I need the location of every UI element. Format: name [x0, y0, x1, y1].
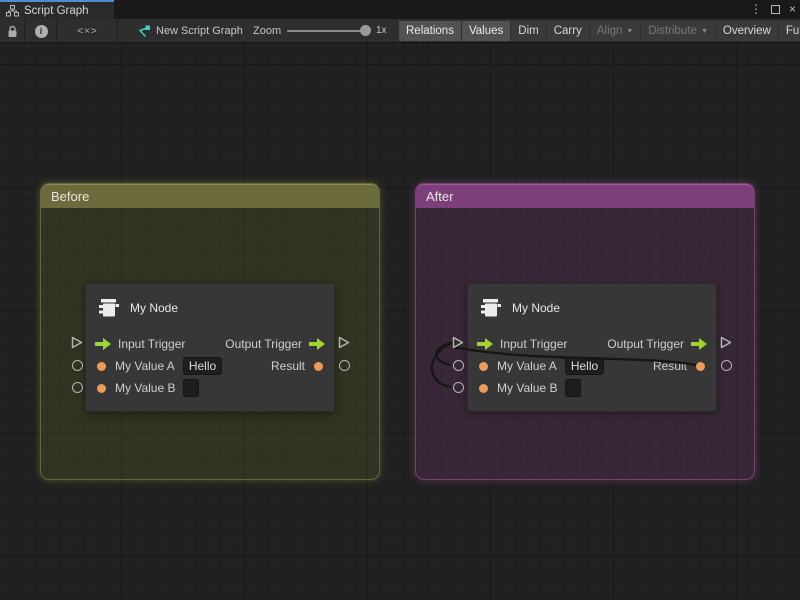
lock-icon: [7, 25, 18, 38]
ext-flow-out-port[interactable]: [338, 336, 350, 349]
graph-breadcrumb[interactable]: New Script Graph: [130, 19, 260, 43]
distribute-button[interactable]: Distribute ▼: [641, 21, 715, 41]
value-a-row: My Value A Hello Result: [86, 356, 334, 376]
ext-value-b-port[interactable]: [453, 382, 464, 393]
chevron-down-icon: ▼: [701, 28, 708, 35]
carry-button[interactable]: Carry: [547, 21, 589, 41]
value-b-row: My Value B: [468, 378, 716, 398]
maximize-icon[interactable]: [771, 5, 780, 14]
value-b-input[interactable]: [565, 379, 581, 397]
node-my-node-after[interactable]: My Node Input Trigger Output Trigger My …: [467, 283, 717, 412]
info-icon: i: [35, 25, 48, 38]
group-before-header[interactable]: Before: [41, 184, 379, 208]
input-trigger-label: Input Trigger: [118, 337, 185, 351]
ext-flow-in-port[interactable]: [71, 336, 83, 349]
output-trigger-label: Output Trigger: [607, 337, 684, 351]
dim-button[interactable]: Dim: [511, 21, 545, 41]
zoom-slider[interactable]: [287, 30, 365, 32]
value-a-label: My Value A: [497, 359, 557, 373]
result-port-icon[interactable]: [696, 362, 705, 371]
value-port-icon[interactable]: [97, 384, 106, 393]
value-b-label: My Value B: [115, 381, 175, 395]
value-b-row: My Value B: [86, 378, 334, 398]
ext-result-port[interactable]: [339, 360, 350, 371]
input-trigger-label: Input Trigger: [500, 337, 567, 351]
overview-button[interactable]: Overview: [716, 21, 778, 41]
variables-button[interactable]: <×>: [58, 19, 118, 43]
result-port-icon[interactable]: [314, 362, 323, 371]
ext-flow-out-port[interactable]: [720, 336, 732, 349]
graph-icon: [136, 25, 150, 38]
flow-out-icon[interactable]: [691, 338, 707, 350]
value-port-icon[interactable]: [97, 362, 106, 371]
close-icon[interactable]: ×: [789, 0, 796, 19]
chevron-down-icon: ▼: [626, 28, 633, 35]
ext-flow-in-port[interactable]: [452, 336, 464, 349]
toolbar-buttons: Relations Values Dim Carry Align ▼ Distr…: [399, 21, 800, 41]
distribute-label: Distribute: [648, 25, 697, 37]
value-a-input[interactable]: Hello: [183, 357, 222, 375]
lock-button[interactable]: [0, 19, 25, 43]
trigger-row: Input Trigger Output Trigger: [86, 334, 334, 354]
hierarchy-icon: [6, 5, 19, 17]
align-button[interactable]: Align ▼: [590, 21, 641, 41]
group-after-header[interactable]: After: [416, 184, 754, 208]
code-icon: <×>: [77, 26, 98, 37]
window-controls: ⋮ ×: [750, 0, 796, 19]
node-header: My Node: [96, 296, 178, 320]
ext-value-a-port[interactable]: [453, 360, 464, 371]
value-a-label: My Value A: [115, 359, 175, 373]
result-label: Result: [271, 359, 305, 373]
node-my-node-before[interactable]: My Node Input Trigger Output Trigger My …: [85, 283, 335, 412]
graph-toolbar: i <×> New Script Graph Zoom 1x Relations…: [0, 19, 800, 43]
fullscreen-button[interactable]: Full Screen: [779, 21, 800, 41]
group-after-label: After: [426, 189, 453, 204]
inspector-button[interactable]: i: [26, 19, 57, 43]
ext-value-a-port[interactable]: [72, 360, 83, 371]
tab-title: Script Graph: [24, 5, 89, 17]
unit-icon: [478, 296, 502, 320]
ext-result-port[interactable]: [721, 360, 732, 371]
output-trigger-label: Output Trigger: [225, 337, 302, 351]
zoom-label: Zoom: [253, 19, 281, 43]
value-a-row: My Value A Hello Result: [468, 356, 716, 376]
value-a-input[interactable]: Hello: [565, 357, 604, 375]
value-b-input[interactable]: [183, 379, 199, 397]
node-header: My Node: [478, 296, 560, 320]
node-title: My Node: [130, 301, 178, 315]
flow-out-icon[interactable]: [309, 338, 325, 350]
align-label: Align: [597, 25, 623, 37]
script-graph-window: Script Graph ⋮ × i <×>: [0, 0, 800, 600]
zoom-slider-handle[interactable]: [360, 25, 371, 36]
tab-script-graph[interactable]: Script Graph: [0, 0, 114, 19]
graph-canvas[interactable]: Before After: [0, 43, 800, 600]
values-button[interactable]: Values: [462, 21, 510, 41]
value-port-icon[interactable]: [479, 384, 488, 393]
value-port-icon[interactable]: [479, 362, 488, 371]
flow-in-icon[interactable]: [95, 338, 111, 350]
group-before-label: Before: [51, 189, 89, 204]
result-label: Result: [653, 359, 687, 373]
unit-icon: [96, 296, 120, 320]
tab-bar: Script Graph ⋮ ×: [0, 0, 800, 19]
trigger-row: Input Trigger Output Trigger: [468, 334, 716, 354]
menu-icon[interactable]: ⋮: [750, 0, 762, 19]
node-title: My Node: [512, 301, 560, 315]
ext-value-b-port[interactable]: [72, 382, 83, 393]
graph-name: New Script Graph: [156, 25, 243, 37]
relations-button[interactable]: Relations: [399, 21, 461, 41]
value-b-label: My Value B: [497, 381, 557, 395]
zoom-value: 1x: [376, 19, 387, 43]
flow-in-icon[interactable]: [477, 338, 493, 350]
